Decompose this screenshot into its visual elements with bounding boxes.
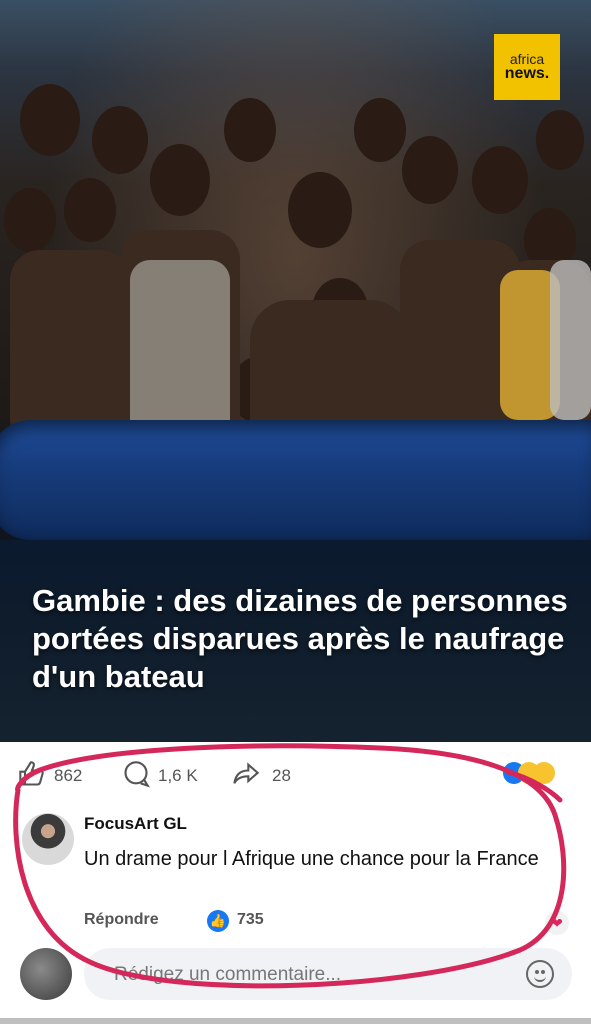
like-icon[interactable] [18,760,46,795]
commenter-avatar[interactable] [22,813,74,865]
rubber-raft [0,420,591,540]
comment-icon[interactable] [122,760,151,795]
user-avatar [20,948,72,1000]
africanews-logo: africa news. [494,34,560,100]
comment-input[interactable]: Rédigez un commentaire... [84,948,572,1000]
news-photo[interactable]: africa news. Gambie : des dizaines de pe… [0,0,591,742]
reply-button[interactable]: Répondre [84,911,159,929]
logo-line-2: news. [504,65,550,82]
emoji-picker-icon[interactable] [526,960,554,988]
bottom-divider [0,1018,591,1024]
share-icon[interactable] [232,760,260,795]
crowd-illustration [4,84,591,460]
comment-like-count[interactable]: 735 [237,911,264,929]
heart-react-icon[interactable]: ❤ [545,911,569,935]
share-count[interactable]: 28 [272,766,291,786]
comment-text: Un drame pour l Afrique une chance pour … [84,848,539,870]
reaction-bar: 862 1,6 K 28 [0,756,591,796]
logo-line-1: africa [509,51,545,67]
comment-like-icon: 👍 [207,910,229,932]
post-headline: Gambie : des dizaines de personnes porté… [32,583,568,694]
reaction-sad-emoji[interactable] [533,762,555,784]
like-count[interactable]: 862 [54,766,82,786]
comment-author[interactable]: FocusArt GL [84,814,187,834]
comment-count[interactable]: 1,6 K [158,766,198,786]
comment-input-placeholder: Rédigez un commentaire... [114,964,342,985]
